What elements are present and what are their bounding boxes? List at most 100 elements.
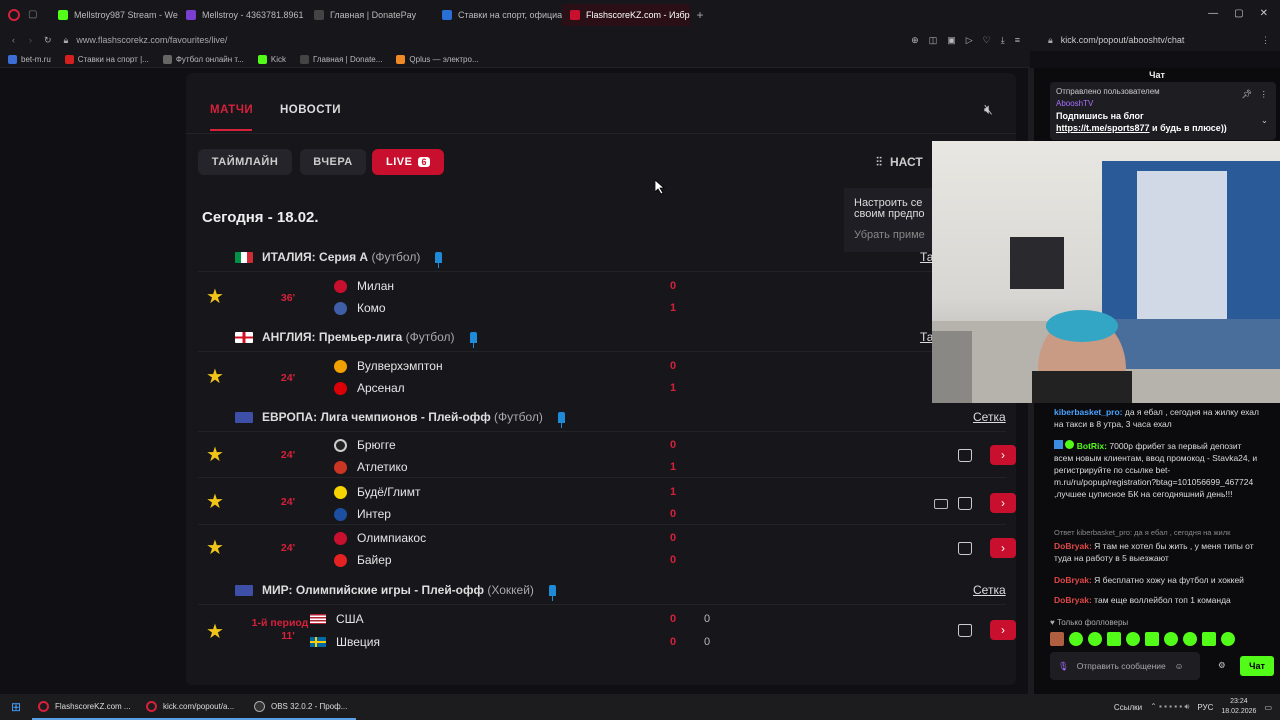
emote-icon[interactable] [1202,632,1216,646]
taskbar-item-obs[interactable]: OBS 32.0.2 - Проф... [248,694,356,720]
popup-tools-icon[interactable]: ⋮ [1261,35,1270,46]
bookmark-football[interactable]: Футбол онлайн т... [162,54,244,64]
emote-icon[interactable] [1069,632,1083,646]
match-row[interactable]: ★ 24' Брюгге Атлетико 0 1 › [198,431,1016,477]
emote-icon[interactable] [1107,632,1121,646]
tab-matches[interactable]: МАТЧИ [210,104,253,116]
emote-icon[interactable] [1145,632,1159,646]
back-icon[interactable]: ‹ [12,35,15,45]
league-header-italy[interactable]: ИТАЛИЯ: Серия А (Футбол) Та [198,243,1006,271]
popup-maximize-icon[interactable]: ▢ [1234,8,1243,21]
favourite-star-icon[interactable]: ★ [206,535,224,560]
chat-username[interactable]: DoBryak: [1054,541,1092,551]
yesterday-button[interactable]: ВЧЕРА [300,149,366,175]
heart-icon[interactable]: ♡ [983,35,991,46]
url-field[interactable]: www.flashscorekz.com/favourites/live/ [76,35,227,45]
tab-bets[interactable]: Ставки на спорт, официа [434,4,562,26]
chat-username[interactable]: DoBryak: [1054,595,1092,605]
favourite-star-icon[interactable]: ★ [206,619,224,644]
tab-donatepay[interactable]: Главная | DonatePay [306,4,434,26]
bookmark-qplus[interactable]: Qplus — электро... [396,54,479,64]
emoji-icon[interactable]: ☺ [1175,661,1184,671]
lineup-shirt-icon[interactable] [958,542,972,555]
bracket-link[interactable]: Сетка [973,583,1006,597]
download-icon[interactable]: ⤓ [1001,35,1005,46]
emote-icon[interactable] [1183,632,1197,646]
emote-icon[interactable] [1050,632,1064,646]
play-icon[interactable]: ▷ [966,35,973,46]
bracket-link[interactable]: Сетка [973,410,1006,424]
pin-icon[interactable]: 📌︎ [1241,88,1252,100]
more-icon[interactable]: ⋮ [1260,88,1269,100]
settings-button[interactable]: ⫶⫶ НАСТ [876,155,923,170]
emote-icon[interactable] [1164,632,1178,646]
menu-icon[interactable]: ≡ [1015,35,1020,46]
favourite-star-icon[interactable]: ★ [206,364,224,389]
match-row[interactable]: ★ 36' Милан Комо 0 1 [198,271,1006,323]
taskbar-item-kick[interactable]: kick.com/popout/a... [140,694,248,720]
chat-input[interactable]: 🎙︎ Отправить сообщение ☺ [1050,652,1200,680]
lineup-shirt-icon[interactable] [958,497,972,510]
emote-icon[interactable] [1088,632,1102,646]
tab-flashscore[interactable]: FlashscoreKZ.com - Избр [562,3,690,26]
tooltip-dismiss-link[interactable]: Убрать приме [854,230,934,241]
favourite-star-icon[interactable]: ★ [206,489,224,514]
pin-icon[interactable] [557,411,565,428]
bookmark-bets[interactable]: Ставки на спорт |... [64,54,149,64]
league-header-europe[interactable]: ЕВРОПА: Лига чемпионов - Плей-офф (Футбо… [198,403,1006,431]
match-detail-button[interactable]: › [990,620,1016,640]
opera-logo-icon[interactable] [0,8,28,21]
bookmark-donatepay[interactable]: Главная | Donate... [299,54,382,64]
new-tab-icon[interactable]: + [690,8,710,22]
tray-icons[interactable]: ⌃ ▪ ▪ ▪ ▪ ▪ 🔊︎ [1150,702,1189,712]
links-toolbar[interactable]: Ссылки [1114,703,1142,712]
vpn-icon[interactable]: ▣ [947,35,956,46]
chat-username[interactable]: kiberbasket_pro: [1054,407,1123,417]
tab-mellstroy[interactable]: Mellstroy - 4363781.8961 [178,4,306,26]
match-detail-button[interactable]: › [990,538,1016,558]
notification-icon[interactable]: ▭ [1264,703,1272,712]
pin-icon[interactable] [435,251,443,268]
mute-icon[interactable]: 🔇︎ [984,101,993,118]
live-button[interactable]: LIVE 6 [372,149,444,175]
send-chat-button[interactable]: Чат [1240,656,1274,676]
emote-icon[interactable] [1126,632,1140,646]
match-detail-button[interactable]: › [990,493,1016,513]
favourite-star-icon[interactable]: ★ [206,284,224,309]
snapshot-icon[interactable]: ◫ [929,35,938,46]
popup-minimize-icon[interactable]: — [1208,8,1218,21]
match-detail-button[interactable]: › [990,445,1016,465]
pin-icon[interactable] [548,584,556,601]
language-indicator[interactable]: РУС [1197,703,1213,712]
windows-start-icon[interactable]: ⊞ [0,700,32,714]
match-row[interactable]: ★ 1-й период 11' США Швеция 0 0 0 0 › [198,604,1016,654]
bookmark-bet-m[interactable]: bet-m.ru [8,54,51,64]
match-row[interactable]: ★ 24' Будё/Глимт Интер 1 0 › [198,477,1016,524]
chat-username[interactable]: BotRix: [1077,441,1107,451]
league-header-world[interactable]: МИР: Олимпийские игры - Плей-офф (Хоккей… [198,576,1006,604]
workspaces-icon[interactable]: ▢ [28,9,50,20]
clock[interactable]: 23:24 18.02.2026 [1221,697,1256,717]
taskbar-item-flashscore[interactable]: FlashscoreKZ.com ... [32,694,140,720]
match-row[interactable]: ★ 24' Олимпиакос Байер 0 0 › [198,524,1016,570]
chat-username[interactable]: DoBryak: [1054,575,1092,585]
tab-news[interactable]: НОВОСТИ [280,104,341,116]
lineup-shirt-icon[interactable] [958,624,972,637]
forward-icon[interactable]: › [29,35,32,45]
bookmark-kick[interactable]: Kick [257,54,286,64]
match-row[interactable]: ★ 24' Вулверхэмптон Арсенал 0 1 [198,351,1006,403]
reload-icon[interactable]: ↻ [44,35,52,46]
popup-close-icon[interactable]: ✕ [1260,8,1268,21]
favourite-star-icon[interactable]: ★ [206,442,224,467]
emote-icon[interactable] [1221,632,1235,646]
chevron-down-icon[interactable]: ⌄ [1261,114,1268,126]
league-header-england[interactable]: АНГЛИЯ: Премьер-лига (Футбол) Та [198,323,1006,351]
popup-url-field[interactable]: kick.com/popout/abooshtv/chat [1061,35,1185,45]
zoom-icon[interactable]: ⊕ [911,35,919,46]
lineup-shirt-icon[interactable] [958,449,972,462]
gear-icon[interactable]: ⚙ [1218,660,1226,671]
tab-mellstroy-stream[interactable]: Mellstroy987 Stream - We [50,4,178,26]
mic-icon[interactable]: 🎙︎ [1058,661,1069,672]
pinned-link[interactable]: https://t.me/sports877 [1056,123,1150,133]
timeline-button[interactable]: ТАЙМЛАЙН [198,149,292,175]
